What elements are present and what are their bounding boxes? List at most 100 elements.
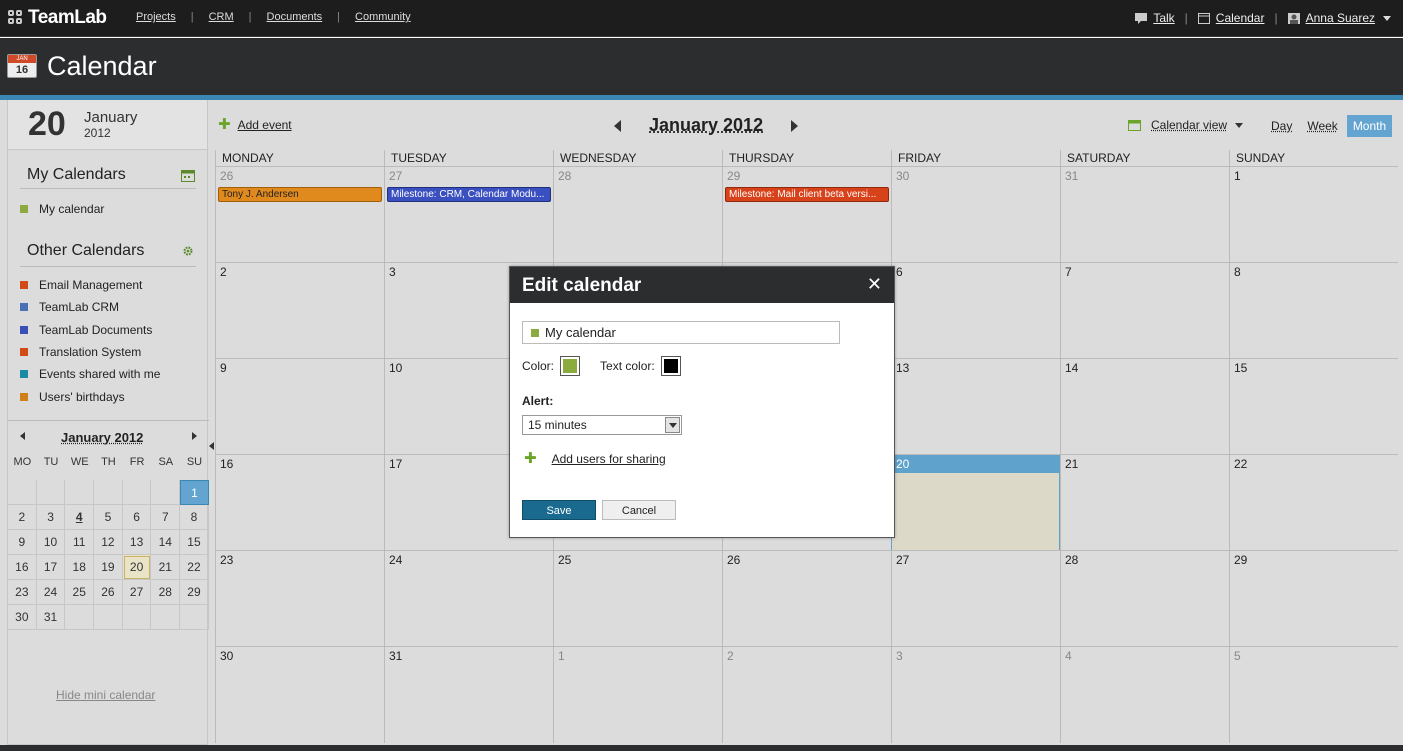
user-menu[interactable]: Anna Suarez: [1306, 11, 1375, 25]
collapse-sidebar-icon[interactable]: [209, 442, 214, 450]
calendar-item-my-calendar[interactable]: My calendar: [20, 202, 104, 216]
mini-day[interactable]: 15: [180, 530, 209, 555]
mini-day[interactable]: 11: [65, 530, 95, 555]
calendar-item-users-birthdays[interactable]: Users' birthdays: [20, 390, 125, 404]
day-cell[interactable]: 29: [1229, 551, 1398, 647]
calendar-link[interactable]: Calendar: [1216, 11, 1265, 25]
event-chip[interactable]: Milestone: Mail client beta versi...: [725, 187, 889, 202]
day-cell[interactable]: 31: [1060, 167, 1229, 263]
day-cell[interactable]: 25: [553, 551, 722, 647]
user-menu-chevron-icon[interactable]: [1383, 15, 1391, 21]
calendar-item-teamlab-crm[interactable]: TeamLab CRM: [20, 300, 119, 314]
calendar-view-dropdown[interactable]: Calendar view: [1128, 118, 1244, 132]
day-cell[interactable]: 30: [215, 647, 384, 743]
mini-day[interactable]: 31: [36, 605, 66, 630]
close-icon[interactable]: ✕: [867, 274, 882, 295]
day-cell[interactable]: 2: [722, 647, 891, 743]
mini-day[interactable]: 16: [8, 555, 37, 580]
day-cell[interactable]: 30: [891, 167, 1060, 263]
month-title[interactable]: January 2012: [649, 115, 763, 136]
calendar-name-input[interactable]: My calendar: [522, 321, 840, 344]
day-cell[interactable]: 16: [215, 455, 384, 551]
view-week-button[interactable]: Week: [1301, 115, 1343, 137]
mini-day[interactable]: 25: [65, 580, 95, 605]
day-cell[interactable]: 24: [384, 551, 553, 647]
day-cell[interactable]: 27 Milestone: CRM, Calendar Modu...: [384, 167, 553, 263]
text-color-picker[interactable]: [660, 356, 681, 376]
calendar-item-events-shared[interactable]: Events shared with me: [20, 367, 160, 381]
day-cell[interactable]: 4: [1060, 647, 1229, 743]
day-cell[interactable]: 26 Tony J. Andersen: [215, 167, 384, 263]
mini-next-month-icon[interactable]: [192, 432, 197, 440]
view-day-button[interactable]: Day: [1265, 115, 1298, 137]
mini-day[interactable]: 17: [36, 555, 66, 580]
nav-crm[interactable]: CRM: [209, 11, 234, 23]
add-event-label[interactable]: Add event: [238, 118, 292, 132]
mini-day[interactable]: 7: [151, 505, 181, 530]
mini-day[interactable]: 26: [94, 580, 123, 605]
view-month-button[interactable]: Month: [1346, 115, 1393, 137]
calendar-item-email-management[interactable]: Email Management: [20, 278, 142, 292]
mini-day[interactable]: 29: [180, 580, 209, 605]
day-cell[interactable]: 14: [1060, 359, 1229, 455]
day-cell[interactable]: 8: [1229, 263, 1398, 359]
chevron-down-icon[interactable]: [1235, 122, 1244, 128]
mini-month-title[interactable]: January 2012: [61, 430, 143, 445]
mini-day[interactable]: 10: [36, 530, 66, 555]
day-cell-today[interactable]: 20: [891, 455, 1060, 551]
day-cell[interactable]: 13: [891, 359, 1060, 455]
day-cell[interactable]: 31: [384, 647, 553, 743]
day-cell[interactable]: 2: [215, 263, 384, 359]
mini-day[interactable]: 4: [65, 505, 95, 530]
day-cell[interactable]: 7: [1060, 263, 1229, 359]
mini-day[interactable]: 8: [180, 505, 209, 530]
event-chip[interactable]: Milestone: CRM, Calendar Modu...: [387, 187, 551, 202]
mini-day[interactable]: 6: [122, 505, 152, 530]
day-cell[interactable]: 27: [891, 551, 1060, 647]
day-cell[interactable]: 29 Milestone: Mail client beta versi...: [722, 167, 891, 263]
day-cell[interactable]: 26: [722, 551, 891, 647]
mini-prev-month-icon[interactable]: [20, 432, 25, 440]
nav-projects[interactable]: Projects: [136, 11, 176, 23]
nav-documents[interactable]: Documents: [267, 11, 323, 23]
cancel-button[interactable]: Cancel: [602, 500, 676, 520]
hide-mini-calendar-link[interactable]: Hide mini calendar: [56, 688, 155, 702]
add-event-button[interactable]: ✚ Add event: [218, 117, 292, 132]
mini-day[interactable]: 22: [180, 555, 209, 580]
mini-day[interactable]: 28: [151, 580, 181, 605]
day-cell[interactable]: 23: [215, 551, 384, 647]
mini-day[interactable]: 27: [122, 580, 152, 605]
dropdown-button[interactable]: [665, 417, 680, 433]
day-cell[interactable]: 6: [891, 263, 1060, 359]
day-cell[interactable]: 28: [553, 167, 722, 263]
day-cell[interactable]: 5: [1229, 647, 1398, 743]
gear-icon[interactable]: [181, 245, 195, 257]
prev-month-icon[interactable]: [614, 119, 621, 132]
day-cell[interactable]: 22: [1229, 455, 1398, 551]
alert-select[interactable]: 15 minutes: [522, 415, 682, 435]
mini-day[interactable]: 9: [8, 530, 37, 555]
mini-day[interactable]: 5: [94, 505, 123, 530]
mini-day[interactable]: 2: [8, 505, 37, 530]
event-chip[interactable]: Tony J. Andersen: [218, 187, 382, 202]
mini-day[interactable]: 30: [8, 605, 37, 630]
calendar-item-teamlab-documents[interactable]: TeamLab Documents: [20, 323, 152, 337]
mini-day[interactable]: 19: [94, 555, 123, 580]
day-cell[interactable]: 15: [1229, 359, 1398, 455]
day-cell[interactable]: 1: [553, 647, 722, 743]
mini-day[interactable]: 3: [36, 505, 66, 530]
mini-day[interactable]: 23: [8, 580, 37, 605]
mini-day-today[interactable]: 20: [122, 555, 152, 580]
day-cell[interactable]: 3: [891, 647, 1060, 743]
nav-community[interactable]: Community: [355, 11, 411, 23]
talk-link[interactable]: Talk: [1153, 11, 1174, 25]
add-calendar-icon[interactable]: [181, 170, 195, 182]
save-button[interactable]: Save: [522, 500, 596, 520]
calendar-item-translation-system[interactable]: Translation System: [20, 345, 141, 359]
day-cell[interactable]: 9: [215, 359, 384, 455]
add-users-sharing[interactable]: ✚ Add users for sharing: [524, 451, 666, 466]
mini-day[interactable]: 12: [94, 530, 123, 555]
mini-day[interactable]: 21: [151, 555, 181, 580]
mini-day[interactable]: 14: [151, 530, 181, 555]
teamlab-logo[interactable]: TeamLab: [8, 7, 107, 29]
